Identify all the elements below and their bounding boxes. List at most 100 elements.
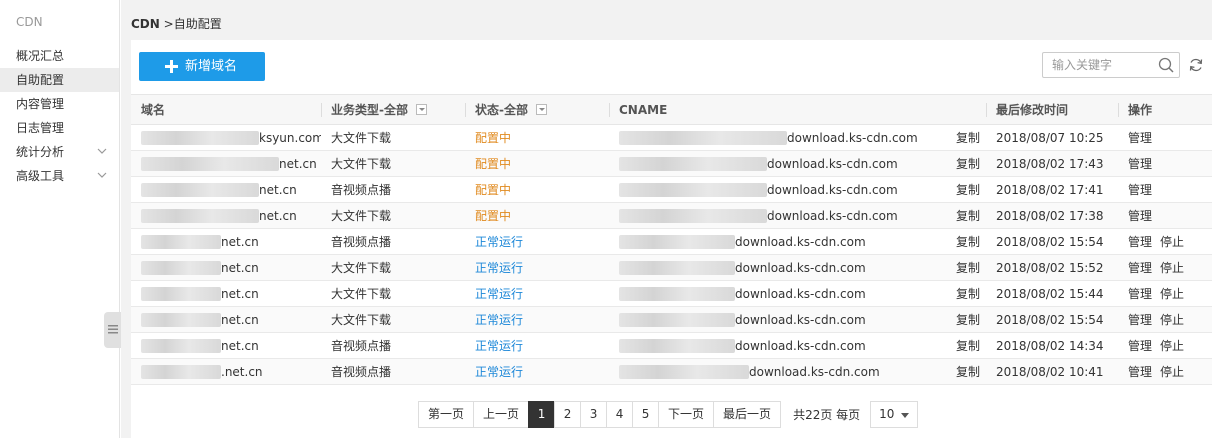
cell-biz-type: 大文件下载 xyxy=(331,313,392,327)
chevron-down-icon xyxy=(97,148,107,154)
refresh-icon[interactable] xyxy=(1188,57,1204,73)
cell-biz-type: 大文件下载 xyxy=(331,131,392,145)
sidebar-item[interactable]: 日志管理 xyxy=(0,116,119,140)
page-prev-button[interactable]: 上一页 xyxy=(473,401,530,428)
page-number-button[interactable]: 5 xyxy=(632,401,660,428)
pagination: 第一页 上一页 12345 下一页 最后一页 共22页 每页 10 xyxy=(418,401,919,428)
cell-ops: 管理 停止 xyxy=(1118,229,1212,255)
cell-domain: net.cn xyxy=(131,229,321,255)
copy-button[interactable]: 复制 xyxy=(946,333,986,359)
page-total-text: 共22页 每页 xyxy=(793,408,861,422)
page-first-button[interactable]: 第一页 xyxy=(418,401,475,428)
sidebar-item-label: 概况汇总 xyxy=(16,49,65,63)
page-size-value: 10 xyxy=(879,407,895,421)
col-status[interactable]: 状态-全部 xyxy=(465,95,609,125)
page-size-select[interactable]: 10 xyxy=(870,401,919,428)
sidebar-item[interactable]: 内容管理 xyxy=(0,92,119,116)
col-biz-type[interactable]: 业务类型-全部 xyxy=(321,95,465,125)
col-ops: 操作 xyxy=(1118,95,1212,125)
sidebar-collapse-handle[interactable] xyxy=(104,312,122,348)
cell-status: 正常运行 xyxy=(475,287,524,301)
manage-link[interactable]: 管理 xyxy=(1128,183,1152,197)
cell-ops: 管理 停止 xyxy=(1118,307,1212,333)
breadcrumb-root[interactable]: CDN xyxy=(131,17,160,31)
manage-link[interactable]: 管理 xyxy=(1128,313,1152,327)
copy-button[interactable]: 复制 xyxy=(946,255,986,281)
stop-link[interactable]: 停止 xyxy=(1160,339,1184,353)
page-next-button[interactable]: 下一页 xyxy=(658,401,715,428)
cell-status: 正常运行 xyxy=(475,339,524,353)
manage-link[interactable]: 管理 xyxy=(1128,209,1152,223)
search-icon[interactable] xyxy=(1158,57,1174,73)
cell-cname: download.ks-cdn.com xyxy=(609,177,946,203)
manage-link[interactable]: 管理 xyxy=(1128,235,1152,249)
manage-link[interactable]: 管理 xyxy=(1128,287,1152,301)
sidebar-item-label: 日志管理 xyxy=(16,121,65,135)
copy-button[interactable]: 复制 xyxy=(946,203,986,229)
cell-status: 正常运行 xyxy=(475,261,524,275)
cell-status: 正常运行 xyxy=(475,313,524,327)
cell-modified: 2018/08/02 17:38 xyxy=(996,208,1104,223)
manage-link[interactable]: 管理 xyxy=(1128,157,1152,171)
manage-link[interactable]: 管理 xyxy=(1128,131,1152,145)
filter-dropdown-icon[interactable] xyxy=(415,104,427,115)
stop-link[interactable]: 停止 xyxy=(1160,261,1184,275)
copy-button[interactable]: 复制 xyxy=(946,229,986,255)
redacted-text xyxy=(141,338,221,353)
search-box xyxy=(1042,52,1180,78)
table-row: net.cn 大文件下载 配置中 download.ks-cdn.com 复制 2018/… xyxy=(131,202,1212,229)
cell-status: 配置中 xyxy=(475,183,512,197)
stop-link[interactable]: 停止 xyxy=(1160,235,1184,249)
cell-cname: download.ks-cdn.com xyxy=(609,307,946,333)
sidebar-menu: 概况汇总自助配置 内容管理日志管理统计分析 高级工具 xyxy=(0,44,119,188)
cell-ops: 管理 停止 xyxy=(1118,281,1212,307)
search-input[interactable] xyxy=(1043,53,1153,77)
menu-icon xyxy=(108,325,118,334)
stop-link[interactable]: 停止 xyxy=(1160,365,1184,379)
sidebar: CDN 概况汇总 自助配置 内容管理 日志管理 统计分析 高级工具 xyxy=(0,0,122,438)
page-number-button[interactable]: 2 xyxy=(554,401,582,428)
sidebar-item[interactable]: 统计分析 xyxy=(0,140,119,164)
sidebar-item[interactable]: 自助配置 xyxy=(0,68,119,92)
cell-modified: 2018/08/02 15:54 xyxy=(996,312,1104,327)
redacted-text xyxy=(619,156,767,171)
manage-link[interactable]: 管理 xyxy=(1128,339,1152,353)
manage-link[interactable]: 管理 xyxy=(1128,261,1152,275)
page-number-button[interactable]: 3 xyxy=(580,401,608,428)
cell-cname: download.ks-cdn.com xyxy=(609,151,946,177)
cell-domain: net.cn xyxy=(131,151,321,177)
copy-button[interactable]: 复制 xyxy=(946,307,986,333)
domain-panel: 新增域名 域名 xyxy=(131,40,1212,438)
copy-button[interactable]: 复制 xyxy=(946,281,986,307)
sidebar-item[interactable]: 概况汇总 xyxy=(0,44,119,68)
sidebar-item[interactable]: 高级工具 xyxy=(0,164,119,188)
breadcrumb-current: 自助配置 xyxy=(173,17,222,31)
cell-biz-type: 音视频点播 xyxy=(331,235,392,249)
cell-ops: 管理 xyxy=(1118,177,1212,203)
table-row: .net.cn 音视频点播 正常运行 download.ks-cdn.com 复制 201… xyxy=(131,358,1212,385)
filter-dropdown-icon[interactable] xyxy=(535,104,547,115)
cell-domain: net.cn xyxy=(131,255,321,281)
copy-button[interactable]: 复制 xyxy=(946,151,986,177)
cell-modified: 2018/08/02 17:43 xyxy=(996,156,1104,171)
cell-domain: .net.cn xyxy=(131,359,321,385)
copy-button[interactable]: 复制 xyxy=(946,125,986,151)
redacted-text xyxy=(141,286,221,301)
manage-link[interactable]: 管理 xyxy=(1128,365,1152,379)
cell-ops: 管理 xyxy=(1118,125,1212,151)
page-number-button[interactable]: 4 xyxy=(606,401,634,428)
stop-link[interactable]: 停止 xyxy=(1160,313,1184,327)
cell-status: 正常运行 xyxy=(475,235,524,249)
redacted-text xyxy=(619,130,787,145)
chevron-down-icon xyxy=(97,172,107,178)
domain-table: 域名 业务类型-全部 状态-全部 CNAME 最后修改时间 操作 ksyun.c… xyxy=(131,94,1212,385)
copy-button[interactable]: 复制 xyxy=(946,177,986,203)
table-row: net.cn 音视频点播 配置中 download.ks-cdn.com 复制 2018/… xyxy=(131,177,1212,203)
copy-button[interactable]: 复制 xyxy=(946,359,986,385)
page-number-button[interactable]: 1 xyxy=(528,401,556,428)
add-domain-button[interactable]: 新增域名 xyxy=(139,52,265,81)
cell-biz-type: 大文件下载 xyxy=(331,287,392,301)
cell-modified: 2018/08/02 15:44 xyxy=(996,286,1104,301)
stop-link[interactable]: 停止 xyxy=(1160,287,1184,301)
page-last-button[interactable]: 最后一页 xyxy=(713,401,782,428)
